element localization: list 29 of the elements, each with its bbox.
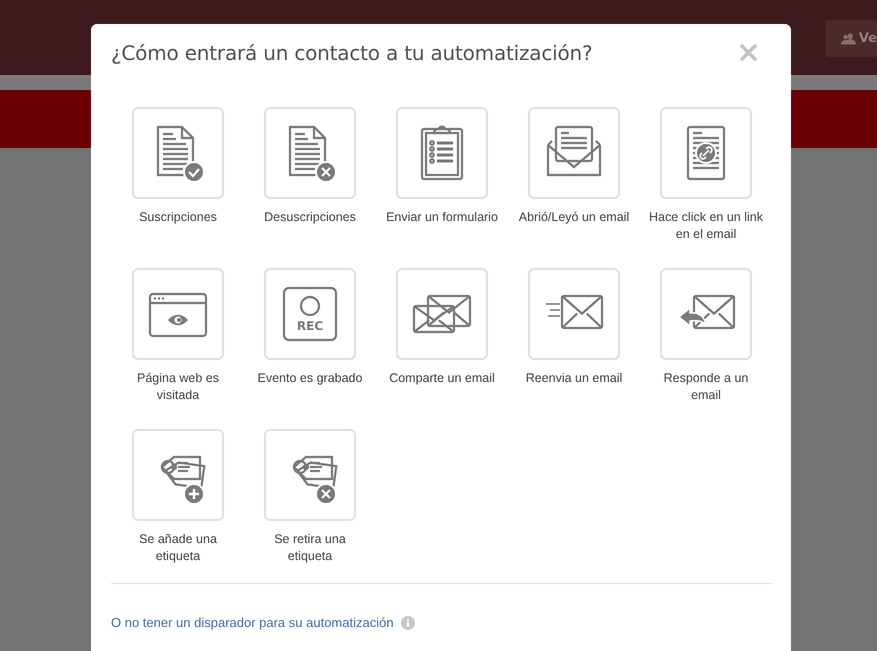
trigger-tile[interactable]	[396, 107, 488, 199]
trigger-tile[interactable]	[264, 429, 356, 521]
trigger-label: Suscripciones	[138, 209, 218, 226]
trigger-tile[interactable]	[396, 268, 488, 360]
trigger-label: Comparte un email	[388, 370, 496, 387]
trigger-label: Enviar un formulario	[385, 209, 499, 226]
user-button[interactable]: Ve	[825, 20, 877, 57]
trigger-label: Desuscripciones	[263, 209, 357, 226]
trigger-label: Se añade una etiqueta	[138, 531, 218, 565]
dialog-title: ¿Cómo entrará un contacto a tu automatización?	[111, 41, 592, 65]
trigger-tile[interactable]	[264, 107, 356, 199]
users-icon	[841, 32, 856, 45]
trigger-label: Evento es grabado	[256, 370, 364, 387]
trigger-label: Hace click en un link en el email	[648, 209, 764, 243]
no-trigger-link[interactable]: O no tener un disparador para su automatización	[111, 615, 394, 630]
trigger-tile[interactable]	[660, 107, 752, 199]
trigger-label: Página web es visitada	[136, 370, 220, 404]
trigger-tile[interactable]	[132, 268, 224, 360]
trigger-tile[interactable]	[132, 429, 224, 521]
trigger-tile[interactable]	[132, 107, 224, 199]
trigger-tile[interactable]: REC	[264, 268, 356, 360]
trigger-tile[interactable]	[528, 107, 620, 199]
trigger-label: Reenvia un email	[524, 370, 624, 387]
record-icon: REC	[280, 284, 340, 344]
trigger-label: Se retira una etiqueta	[273, 531, 347, 565]
trigger-tile[interactable]	[528, 268, 620, 360]
trigger-label: Responde a un email	[662, 370, 750, 404]
trigger-tile[interactable]	[660, 268, 752, 360]
trigger-label: Abrió/Leyó un email	[518, 209, 630, 226]
